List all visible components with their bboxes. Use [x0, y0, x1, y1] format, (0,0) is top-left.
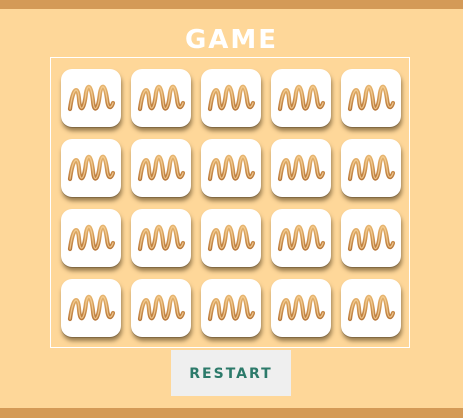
- memory-card[interactable]: [131, 139, 191, 197]
- memory-card[interactable]: [131, 279, 191, 337]
- memory-card[interactable]: [201, 139, 261, 197]
- memory-card[interactable]: [131, 69, 191, 127]
- top-bar: [0, 0, 463, 9]
- memory-card[interactable]: [201, 209, 261, 267]
- memory-card[interactable]: [341, 209, 401, 267]
- memory-card[interactable]: [271, 69, 331, 127]
- memory-card[interactable]: [61, 209, 121, 267]
- restart-button[interactable]: RESTART: [171, 350, 291, 396]
- memory-card[interactable]: [61, 69, 121, 127]
- memory-card[interactable]: [61, 139, 121, 197]
- bottom-bar: [0, 408, 463, 418]
- game-title: GAME: [184, 25, 279, 55]
- memory-card[interactable]: [341, 139, 401, 197]
- memory-card[interactable]: [271, 139, 331, 197]
- memory-card[interactable]: [201, 279, 261, 337]
- memory-card[interactable]: [341, 279, 401, 337]
- memory-card[interactable]: [341, 69, 401, 127]
- memory-card[interactable]: [271, 209, 331, 267]
- memory-card[interactable]: [201, 69, 261, 127]
- memory-card[interactable]: [271, 279, 331, 337]
- memory-card[interactable]: [131, 209, 191, 267]
- card-board: [50, 57, 410, 348]
- memory-card[interactable]: [61, 279, 121, 337]
